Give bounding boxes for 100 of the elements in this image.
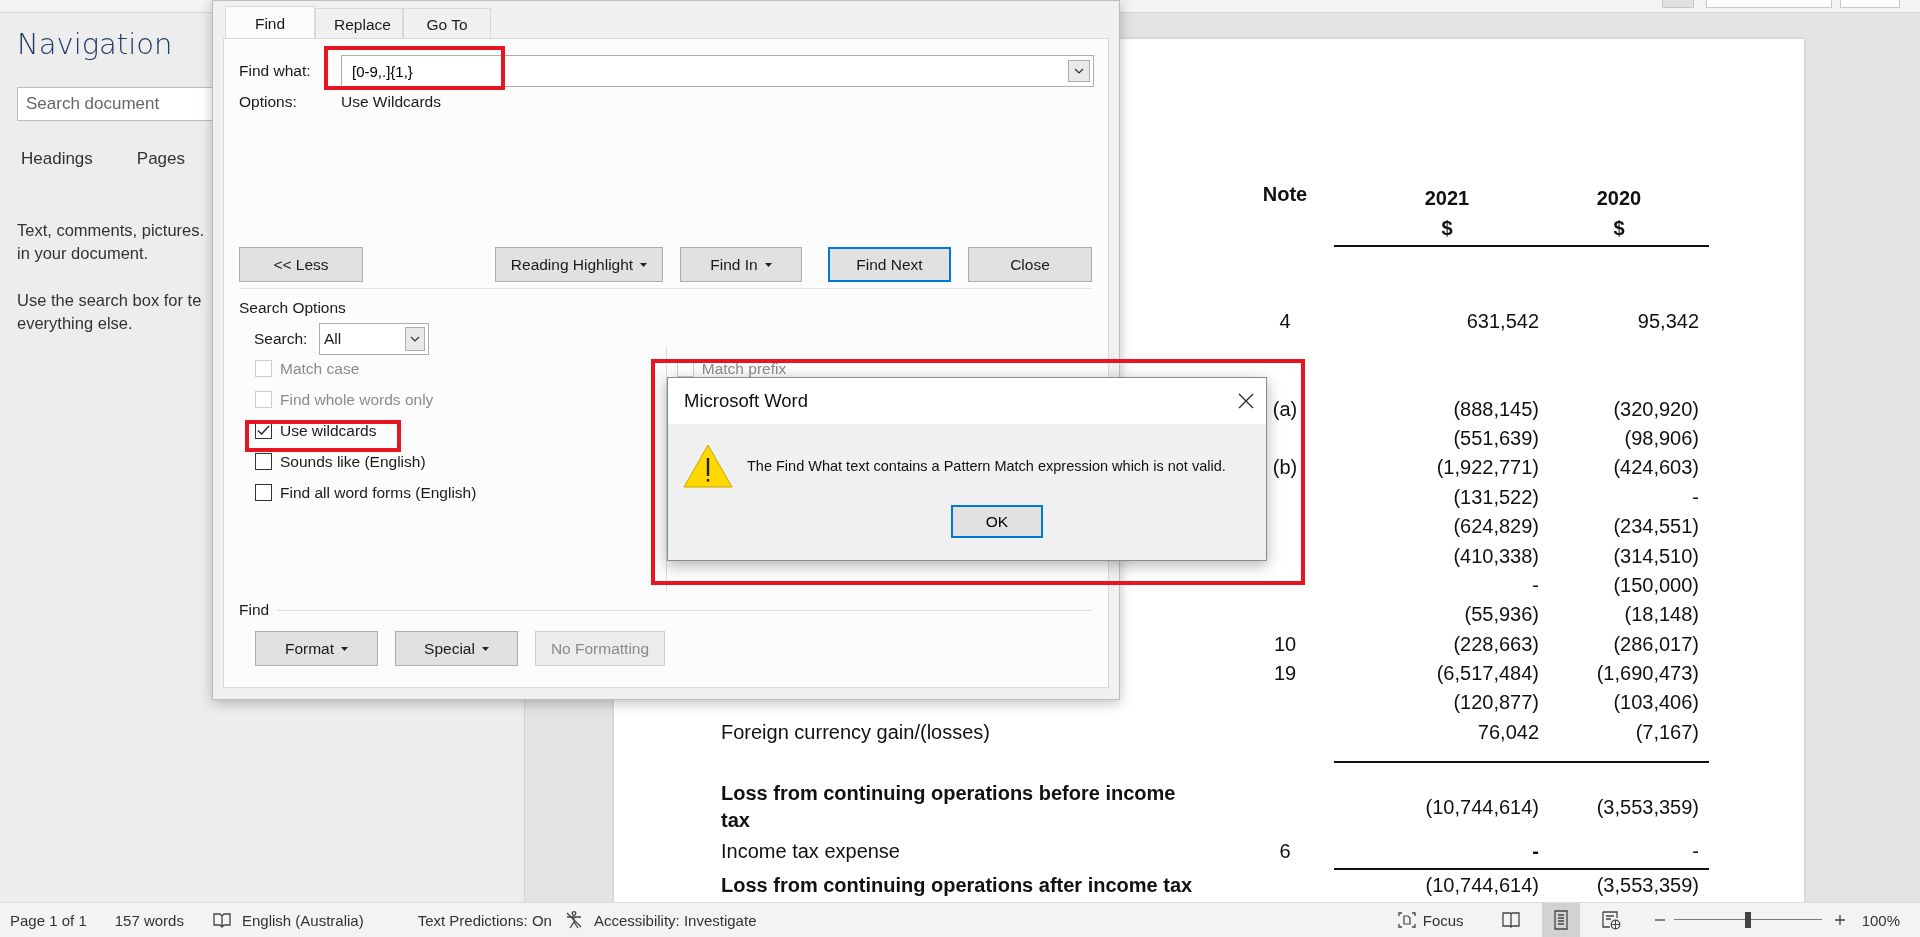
ok-button[interactable]: OK (951, 505, 1043, 538)
checkbox-label[interactable]: Sounds like (English) (280, 452, 426, 471)
close-icon[interactable] (1238, 393, 1254, 409)
table-cell: (3,553,359) (1596, 795, 1699, 818)
table-cell: (234,551) (1613, 515, 1699, 538)
table-cell: (410,338) (1453, 544, 1539, 567)
accessibility-status[interactable]: Accessibility: Investigate (593, 911, 757, 929)
zoom-level[interactable]: 100% (1861, 911, 1900, 929)
pane-hint-text: everything else. (17, 313, 133, 334)
table-cell: (18,148) (1624, 603, 1699, 626)
section-title: Search Options (239, 299, 346, 317)
column-heading: 2021 (1424, 186, 1470, 211)
caret-icon (481, 646, 489, 651)
window-title: Microsoft Word (684, 390, 809, 412)
pane-hint-text: Use the search box for te (17, 290, 202, 311)
column-unit: $ (1441, 216, 1453, 241)
table-cell: (10,744,614) (1425, 795, 1539, 818)
caret-icon (640, 262, 648, 267)
pane-tab[interactable]: Headings (21, 149, 93, 169)
pane-hint-text: Text, comments, pictures. (17, 220, 205, 241)
dialog-button[interactable]: Close (968, 247, 1092, 282)
table-cell: (624,829) (1453, 515, 1539, 538)
pane-tab[interactable]: Pages (136, 149, 186, 169)
table-cell: (320,920) (1613, 397, 1699, 420)
note-cell: 6 (1279, 840, 1291, 863)
table-cell: 95,342 (1637, 310, 1699, 333)
message-text: The Find What text contains a Pattern Match expression which is not valid. (747, 458, 1226, 474)
options-value: Use Wildcards (341, 93, 441, 111)
table-cell: (551,639) (1453, 426, 1539, 449)
row-label: Loss from continuing operations after income tax (721, 873, 1193, 896)
pane-hint-text: in your document. (17, 243, 149, 264)
zoom-slider[interactable] (1673, 910, 1822, 930)
table-cell: (103,406) (1613, 691, 1699, 714)
note-cell: (a) (1272, 397, 1298, 420)
row-label: Loss from continuing operations before income tax (721, 781, 1177, 834)
table-cell: (55,936) (1464, 603, 1539, 626)
table-cell: (424,603) (1613, 456, 1699, 479)
table-cell: - (1532, 840, 1539, 863)
warning-icon (683, 444, 733, 488)
table-cell: (10,744,614) (1425, 873, 1539, 896)
dialog-button[interactable]: << Less (239, 247, 363, 282)
table-cell: (131,522) (1453, 485, 1539, 508)
dialog-button[interactable]: Find Next (828, 247, 951, 282)
zoom-in-icon[interactable] (1833, 914, 1846, 926)
dialog-button[interactable]: Special (395, 631, 518, 666)
dialog-button[interactable]: Reading Highlight (495, 247, 663, 282)
slider-thumb[interactable] (1744, 912, 1751, 928)
web-page-icon (1600, 910, 1621, 930)
note-cell: (b) (1272, 456, 1298, 479)
pane-title: Navigation (17, 27, 174, 61)
find-what-field[interactable]: [0-9,.]{1,} (341, 55, 1094, 87)
text-predictions-status[interactable]: Text Predictions: On (417, 911, 552, 929)
checkbox-label[interactable]: Use wildcards (280, 421, 377, 440)
book-icon (1500, 911, 1521, 929)
table-cell: 631,542 (1466, 310, 1539, 333)
checkbox[interactable] (255, 453, 272, 470)
focus-button[interactable]: Focus (1392, 909, 1468, 931)
field-label: Options: (239, 93, 298, 111)
dialog-tab[interactable]: Go To (403, 8, 491, 40)
book-check-icon[interactable] (211, 911, 232, 929)
table-cell: - (1532, 573, 1539, 596)
row-label: Income tax expense (721, 840, 900, 863)
table-cell: (314,510) (1613, 544, 1699, 567)
dialog-button[interactable]: Find In (680, 247, 802, 282)
table-cell: (98,906) (1624, 426, 1699, 449)
field-label: Find what: (239, 62, 312, 80)
caret-icon (764, 262, 772, 267)
checkbox-label[interactable]: Find all word forms (English) (280, 483, 477, 502)
dropdown-icon (405, 327, 425, 351)
table-cell: 76,042 (1477, 720, 1539, 743)
field-label: Search: (254, 330, 309, 348)
ribbon-field[interactable] (1706, 0, 1832, 8)
language-indicator[interactable]: English (Australia) (241, 911, 364, 929)
column-heading: Note (1262, 183, 1308, 205)
note-cell: 4 (1279, 310, 1291, 333)
search-direction-select[interactable]: All (319, 323, 429, 355)
column-heading: 2020 (1596, 186, 1642, 211)
dialog-button[interactable]: Format (255, 631, 378, 666)
table-cell: (286,017) (1613, 632, 1699, 655)
table-cell: - (1692, 485, 1699, 508)
page-icon (1551, 910, 1570, 930)
table-cell: (3,553,359) (1596, 873, 1699, 896)
column-unit: $ (1613, 216, 1625, 241)
word-count[interactable]: 157 words (114, 911, 184, 929)
table-cell: (1,690,473) (1596, 662, 1699, 685)
table-cell: (120,877) (1453, 691, 1539, 714)
checkbox[interactable] (255, 484, 272, 501)
print-layout-button[interactable] (1541, 903, 1580, 937)
table-cell: - (1692, 840, 1699, 863)
table-cell: (6,517,484) (1436, 662, 1539, 685)
section-title: Find (239, 601, 270, 619)
note-cell: 10 (1273, 632, 1297, 655)
focus-icon (1396, 911, 1417, 929)
table-cell: (228,663) (1453, 632, 1539, 655)
caret-icon (341, 646, 349, 651)
dialog-tab[interactable]: Replace (315, 8, 403, 40)
page-count[interactable]: Page 1 of 1 (10, 911, 87, 929)
table-cell: (7,167) (1635, 720, 1699, 743)
row-label: Foreign currency gain/(losses) (721, 720, 990, 743)
table-cell: (1,922,771) (1436, 456, 1539, 479)
